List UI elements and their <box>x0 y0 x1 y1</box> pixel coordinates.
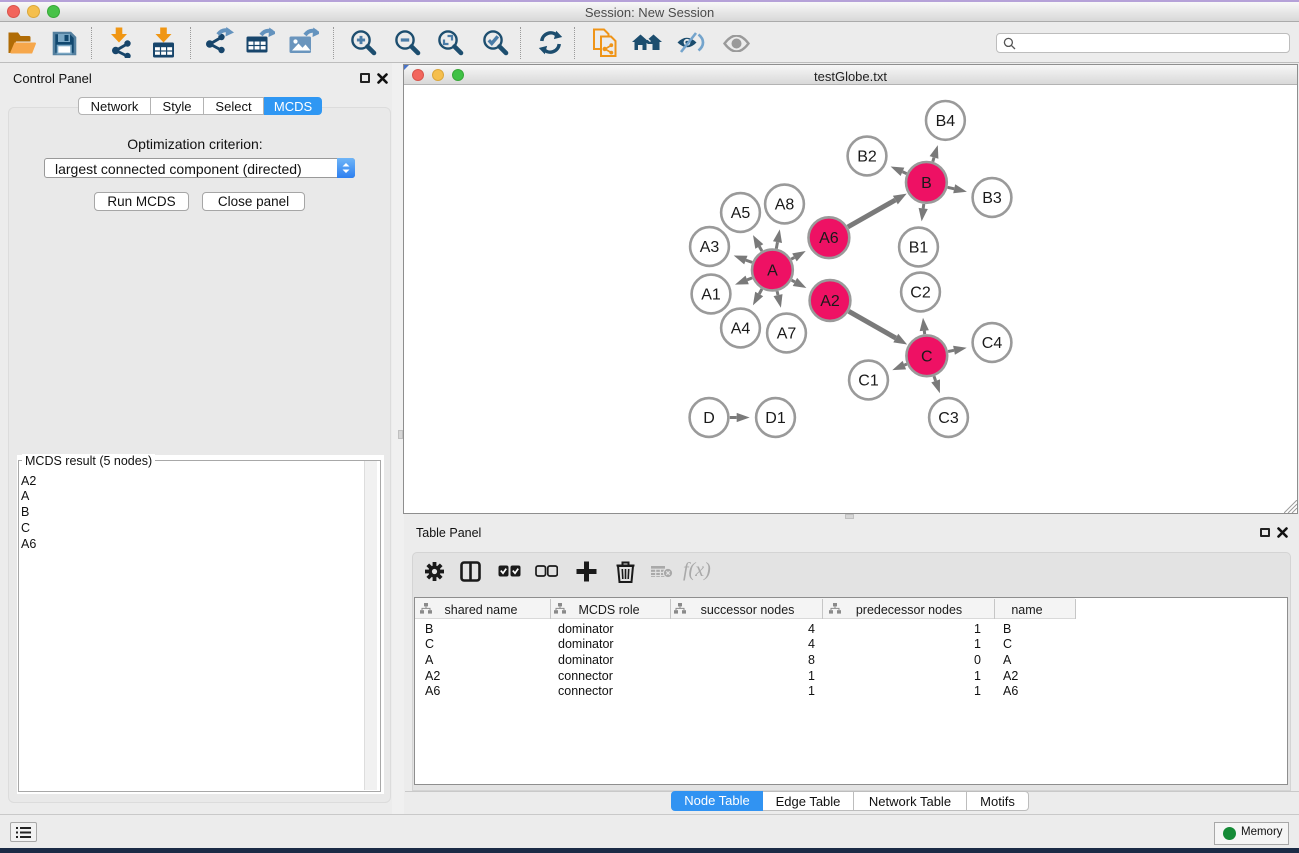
svg-text:A4: A4 <box>731 321 751 338</box>
svg-text:B3: B3 <box>982 190 1002 207</box>
svg-text:D: D <box>703 410 715 427</box>
svg-text:B: B <box>921 175 932 192</box>
svg-text:B1: B1 <box>909 240 929 257</box>
svg-text:A8: A8 <box>775 197 795 214</box>
svg-text:C4: C4 <box>982 335 1003 352</box>
svg-text:A6: A6 <box>819 230 839 247</box>
svg-text:A: A <box>767 263 778 280</box>
svg-text:A3: A3 <box>700 239 720 256</box>
svg-text:D1: D1 <box>765 410 786 427</box>
svg-text:A2: A2 <box>820 293 840 310</box>
svg-text:A7: A7 <box>777 326 797 343</box>
svg-text:B4: B4 <box>936 113 956 130</box>
svg-text:C3: C3 <box>938 410 959 427</box>
svg-text:C1: C1 <box>858 373 879 390</box>
svg-text:C: C <box>921 348 933 365</box>
svg-text:B2: B2 <box>857 149 877 166</box>
svg-text:A1: A1 <box>701 287 721 304</box>
svg-text:C2: C2 <box>910 285 931 302</box>
svg-text:A5: A5 <box>731 205 751 222</box>
